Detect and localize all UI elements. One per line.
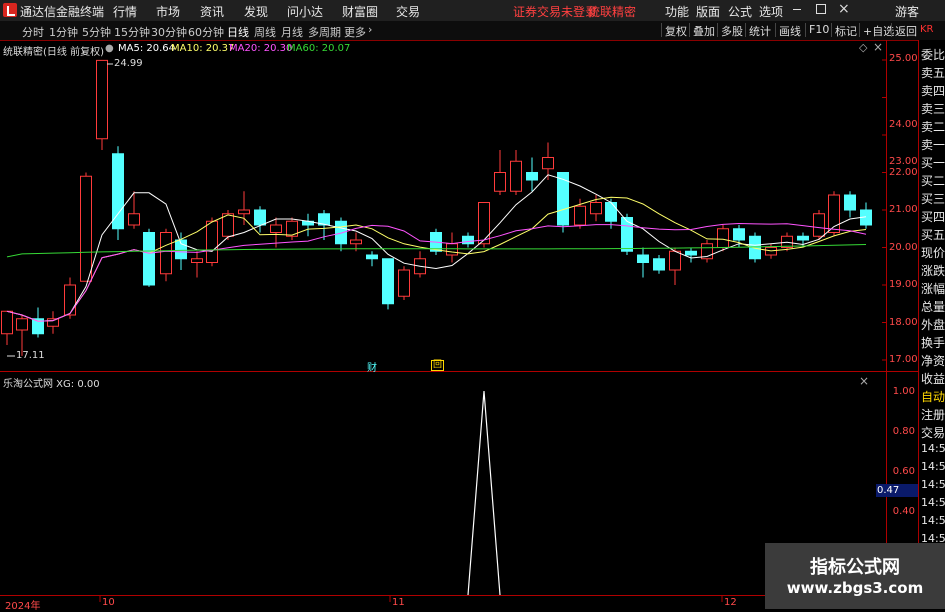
kline-chart[interactable] — [0, 0, 945, 609]
candle-body — [462, 235, 474, 245]
candle-body — [128, 213, 140, 226]
x-tick-label: 10 — [102, 597, 115, 608]
sub-y-tick-label: 0.40 — [892, 506, 915, 517]
candle-body — [574, 205, 586, 226]
sidebar-item: 涨跌 — [921, 264, 945, 278]
x-tick-label: 2024年 — [5, 601, 41, 612]
candle-body — [382, 258, 394, 305]
sidebar-item: 买二 — [921, 174, 945, 188]
sidebar-item: 总量 — [921, 300, 945, 314]
candle-body — [717, 228, 729, 248]
sidebar-item: 委比 — [921, 48, 945, 62]
sidebar-item: 买三 — [921, 192, 945, 206]
candle-body — [478, 202, 490, 245]
x-tick-label: 11 — [392, 597, 405, 608]
y-tick-label: 21.00 — [889, 204, 918, 215]
high-price-label: 24.99 — [114, 58, 143, 69]
candle-body — [64, 284, 76, 316]
sidebar-item: 买一 — [921, 156, 945, 170]
candle-body — [80, 175, 92, 282]
sidebar-item: 买五 — [921, 228, 945, 242]
sidebar-item: 14:56 — [921, 478, 945, 491]
y-tick-label: 17.00 — [889, 354, 918, 365]
y-tick-label: 23.00 — [889, 156, 918, 167]
candle-body — [446, 243, 458, 256]
sidebar-item[interactable]: 自动 — [921, 388, 945, 405]
sidebar-item: 14:56 — [921, 514, 945, 527]
sidebar-item: 外盘 — [921, 318, 945, 332]
y-tick-label: 18.00 — [889, 317, 918, 328]
candle-body — [510, 160, 522, 192]
candle-body — [653, 258, 665, 271]
candle-body — [143, 232, 155, 286]
y-tick-label: 25.00 — [889, 53, 918, 64]
sidebar-item: 收益 — [921, 372, 945, 386]
sidebar-item: 卖三 — [921, 102, 945, 116]
candle-body — [542, 157, 554, 170]
candle-body — [685, 250, 697, 256]
candle-body — [605, 202, 617, 222]
candle-body — [844, 194, 856, 211]
candle-body — [112, 153, 124, 230]
candle-body — [96, 59, 108, 140]
y-tick-label: 19.00 — [889, 279, 918, 290]
y-tick-label: 22.00 — [889, 167, 918, 178]
sub-y-tick-label: 0.60 — [892, 466, 915, 477]
candle-body — [47, 318, 59, 327]
event-cai-marker[interactable]: 财 — [367, 359, 377, 374]
quote-sidebar: 委比卖五卖四卖三卖二卖一买一买二买三买四买五现价涨跌涨幅总量外盘换手净资收益自动… — [918, 40, 945, 609]
candle-body — [749, 235, 761, 260]
sub-y-tick-label: 0.80 — [892, 426, 915, 437]
watermark-url: www.zbgs3.com — [786, 579, 924, 597]
candle-body — [160, 232, 172, 275]
sidebar-item: 现价 — [921, 246, 945, 260]
candle-body — [270, 224, 282, 233]
cursor-value-label: 0.47 — [877, 485, 900, 496]
sidebar-item: 14:56 — [921, 442, 945, 455]
watermark-banner: 指标公式网 www.zbgs3.com — [765, 543, 945, 609]
y-tick-label: 20.00 — [889, 242, 918, 253]
candle-body — [16, 318, 28, 331]
sidebar-item: 14:56 — [921, 460, 945, 473]
candle-body — [637, 254, 649, 263]
candle-body — [350, 239, 362, 245]
candle-body — [366, 254, 378, 260]
sidebar-item: 涨幅 — [921, 282, 945, 296]
sidebar-item: 卖一 — [921, 138, 945, 152]
candle-body — [526, 172, 538, 181]
watermark-title: 指标公式网 — [810, 557, 900, 578]
sidebar-item: 卖五 — [921, 66, 945, 80]
candle-body — [191, 258, 203, 263]
low-price-label: 17.11 — [16, 350, 45, 361]
sub-y-tick-label: 1.00 — [892, 386, 915, 397]
candle-body — [813, 213, 825, 237]
sidebar-item: 卖四 — [921, 84, 945, 98]
candle-body — [398, 269, 410, 297]
event-hui-marker[interactable]: 回 — [431, 360, 445, 371]
candle-body — [590, 202, 602, 215]
candle-body — [1, 310, 13, 335]
candle-body — [254, 209, 266, 226]
candle-body — [733, 228, 745, 241]
sidebar-item: 净资 — [921, 354, 945, 368]
candle-body — [335, 220, 347, 245]
candle-body — [206, 220, 218, 263]
candle-body — [238, 209, 250, 215]
sidebar-item[interactable]: 交易 — [921, 424, 945, 441]
xg-signal-line — [467, 390, 501, 596]
candle-body — [669, 250, 681, 271]
candle-body — [494, 172, 506, 192]
sidebar-item: 卖二 — [921, 120, 945, 134]
sidebar-item: 换手 — [921, 336, 945, 350]
sidebar-item[interactable]: 注册 — [921, 406, 945, 423]
x-tick-label: 12 — [724, 597, 737, 608]
candle-body — [797, 235, 809, 241]
y-tick-label: 24.00 — [889, 119, 918, 130]
sidebar-item: 14:56 — [921, 496, 945, 509]
sidebar-item: 买四 — [921, 210, 945, 224]
